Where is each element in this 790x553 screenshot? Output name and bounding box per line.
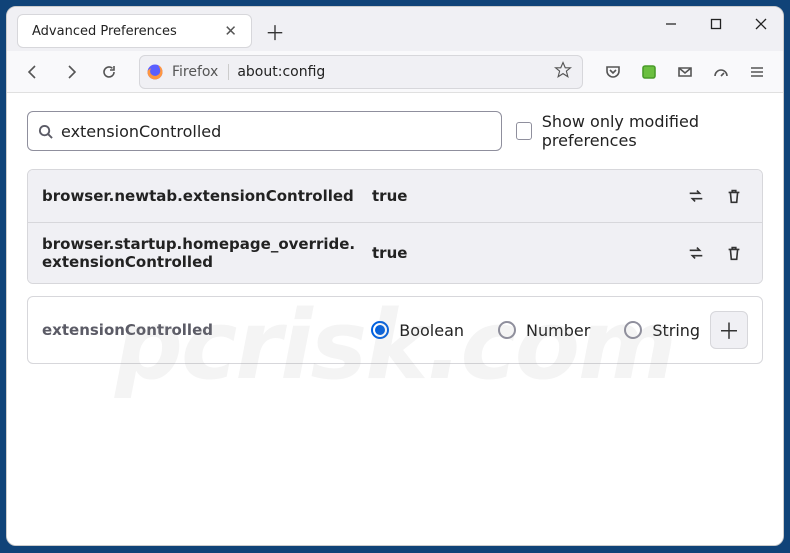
- radio-circle: [624, 321, 642, 339]
- radio-label: String: [652, 321, 700, 340]
- pref-row[interactable]: browser.newtab.extensionControlled true: [28, 170, 762, 222]
- delete-button[interactable]: [720, 239, 748, 267]
- pocket-icon[interactable]: [597, 56, 629, 88]
- type-radios: Boolean Number String: [371, 321, 700, 340]
- add-pref-button[interactable]: ＋: [710, 311, 748, 349]
- radio-circle: [371, 321, 389, 339]
- pref-value: true: [372, 187, 672, 205]
- tab-active[interactable]: Advanced Preferences ✕: [17, 14, 252, 48]
- maximize-button[interactable]: [693, 7, 738, 41]
- search-value: extensionControlled: [61, 122, 221, 141]
- toggle-button[interactable]: [682, 239, 710, 267]
- radio-circle: [498, 321, 516, 339]
- identity-label: Firefox: [172, 64, 229, 80]
- search-row: extensionControlled Show only modified p…: [27, 111, 763, 151]
- pref-name: browser.startup.homepage_override.extens…: [42, 235, 362, 271]
- add-pref-name: extensionControlled: [42, 321, 361, 339]
- tab-strip: Advanced Preferences ✕ ＋: [7, 7, 648, 48]
- search-icon: [38, 124, 53, 139]
- extension-green-icon[interactable]: [633, 56, 665, 88]
- new-tab-button[interactable]: ＋: [260, 16, 290, 46]
- mail-icon[interactable]: [669, 56, 701, 88]
- add-pref-row: extensionControlled Boolean Number Strin…: [27, 296, 763, 364]
- radio-label: Number: [526, 321, 590, 340]
- gauge-icon[interactable]: [705, 56, 737, 88]
- content-area: extensionControlled Show only modified p…: [7, 93, 783, 545]
- radio-boolean[interactable]: Boolean: [371, 321, 464, 340]
- reload-button[interactable]: [93, 56, 125, 88]
- window-controls: [648, 7, 783, 41]
- delete-button[interactable]: [720, 182, 748, 210]
- toolbar: Firefox about:config: [7, 51, 783, 93]
- url-bar[interactable]: Firefox about:config: [139, 55, 583, 89]
- radio-label: Boolean: [399, 321, 464, 340]
- bookmark-star-icon[interactable]: [554, 61, 572, 83]
- close-tab-icon[interactable]: ✕: [220, 20, 241, 42]
- forward-button[interactable]: [55, 56, 87, 88]
- row-actions: [682, 182, 748, 210]
- pref-value: true: [372, 244, 672, 262]
- pref-row[interactable]: browser.startup.homepage_override.extens…: [28, 222, 762, 283]
- row-actions: [682, 239, 748, 267]
- toggle-button[interactable]: [682, 182, 710, 210]
- url-address: about:config: [237, 64, 546, 80]
- checkbox-box: [516, 122, 532, 140]
- firefox-icon: [146, 63, 164, 81]
- tab-title: Advanced Preferences: [32, 24, 220, 39]
- back-button[interactable]: [17, 56, 49, 88]
- show-modified-checkbox[interactable]: Show only modified preferences: [516, 112, 763, 150]
- pref-search-input[interactable]: extensionControlled: [27, 111, 502, 151]
- minimize-button[interactable]: [648, 7, 693, 41]
- menu-button[interactable]: [741, 56, 773, 88]
- pref-results: browser.newtab.extensionControlled true …: [27, 169, 763, 284]
- toolbar-extensions: [597, 56, 773, 88]
- title-bar: Advanced Preferences ✕ ＋: [7, 7, 783, 51]
- radio-number[interactable]: Number: [498, 321, 590, 340]
- pref-name: browser.newtab.extensionControlled: [42, 187, 362, 205]
- radio-string[interactable]: String: [624, 321, 700, 340]
- browser-window: Advanced Preferences ✕ ＋: [6, 6, 784, 546]
- checkbox-label: Show only modified preferences: [542, 112, 763, 150]
- close-window-button[interactable]: [738, 7, 783, 41]
